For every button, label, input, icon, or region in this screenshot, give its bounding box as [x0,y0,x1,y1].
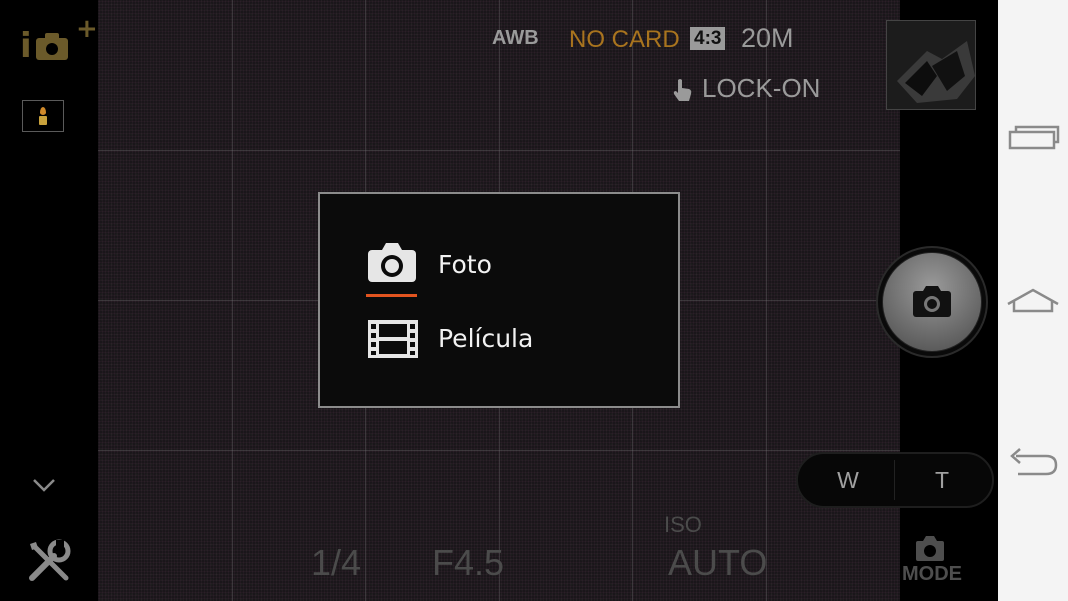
iso-value[interactable]: AUTO [668,542,767,584]
mode-option-label: Foto [438,250,492,279]
chevron-down-icon[interactable] [32,478,56,492]
thumbnail-image [887,21,975,109]
mode-button-label: MODE [902,563,962,585]
mode-button[interactable]: MODE [900,535,964,589]
resolution-indicator: 20M [741,23,794,53]
mode-option-movie[interactable]: Película [366,316,626,366]
touch-hand-icon [673,79,692,101]
aspect-ratio-badge: 4:3 [690,27,726,50]
left-control-bar: i + [0,0,98,601]
zoom-wide-button[interactable]: W [818,467,878,494]
white-balance-indicator: AWB [492,27,539,49]
aperture-value[interactable]: F4.5 [432,542,504,584]
last-photo-thumbnail[interactable] [886,20,976,110]
card-status-warning: NO CARD [569,26,680,53]
camera-icon [368,243,416,282]
shutter-speed-value[interactable]: 1/4 [311,542,361,584]
grid-line [98,150,900,151]
film-icon [368,320,418,358]
shutter-button[interactable] [882,252,982,352]
mode-option-label: Película [438,324,534,353]
recent-apps-icon[interactable] [1006,120,1060,160]
camera-icon [913,286,951,317]
back-icon[interactable] [1006,444,1060,484]
grid-line [98,450,900,451]
camera-icon [916,536,944,561]
mode-option-photo[interactable]: Foto [366,240,626,290]
intelligent-auto-plus-icon[interactable]: i + [20,14,100,66]
scene-candlelight-icon[interactable] [22,100,64,132]
home-icon[interactable] [1006,282,1060,322]
zoom-control: W T [796,452,994,508]
settings-tools-icon[interactable] [26,538,72,584]
selected-indicator [366,294,417,297]
shooting-mode-dialog: Foto Película [318,192,680,408]
zoom-tele-button[interactable]: T [912,467,972,494]
zoom-divider [894,460,895,500]
touch-lock-on-indicator[interactable]: LOCK-ON [702,73,820,104]
iso-label: ISO [664,512,702,537]
